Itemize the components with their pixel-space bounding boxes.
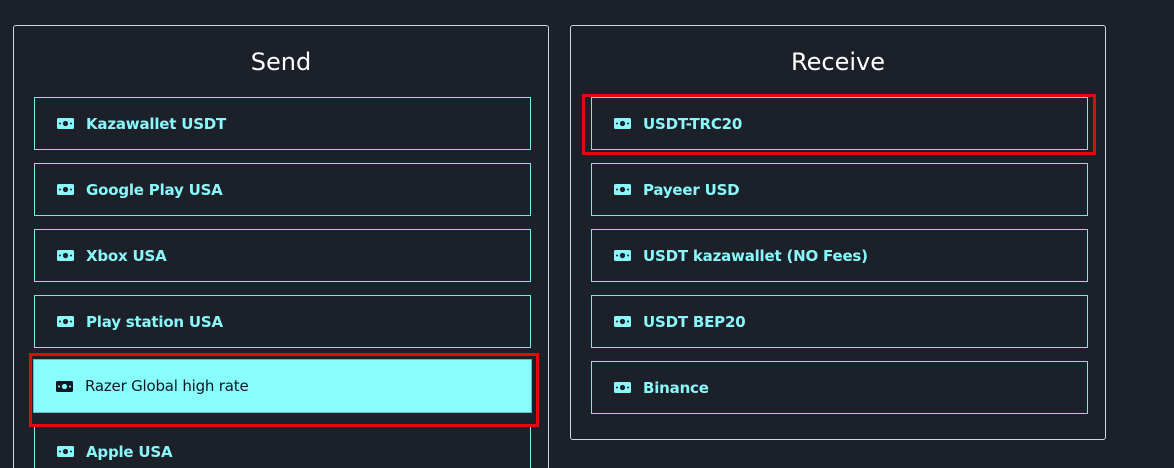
item-label: Razer Global high rate: [85, 377, 249, 395]
send-option-kazawallet-usdt[interactable]: Kazawallet USDT: [34, 97, 531, 150]
money-bill-icon: [57, 446, 74, 457]
money-bill-icon: [56, 380, 73, 392]
money-bill-icon: [57, 316, 74, 327]
item-label: USDT BEP20: [643, 312, 746, 331]
money-bill-icon: [57, 118, 74, 129]
item-label: Google Play USA: [86, 180, 223, 199]
receive-option-payeer-usd[interactable]: Payeer USD: [591, 163, 1088, 216]
send-title: Send: [250, 48, 312, 76]
receive-option-binance[interactable]: Binance: [591, 361, 1088, 414]
receive-title: Receive: [791, 48, 885, 76]
send-panel: Send Kazawallet USDT Google Play USA Xbo…: [13, 25, 549, 468]
item-label: Xbox USA: [86, 246, 167, 265]
item-label: Binance: [643, 378, 709, 397]
exchange-selector: Send Kazawallet USDT Google Play USA Xbo…: [0, 0, 1174, 468]
money-bill-icon: [614, 118, 631, 129]
send-option-google-play-usa[interactable]: Google Play USA: [34, 163, 531, 216]
item-label: USDT kazawallet (NO Fees): [643, 246, 868, 265]
send-option-apple-usa[interactable]: Apple USA: [34, 425, 531, 468]
item-label: Payeer USD: [643, 180, 740, 199]
send-option-xbox-usa[interactable]: Xbox USA: [34, 229, 531, 282]
money-bill-icon: [614, 250, 631, 261]
receive-option-usdt-kazawallet[interactable]: USDT kazawallet (NO Fees): [591, 229, 1088, 282]
send-option-razer-global[interactable]: Razer Global high rate: [33, 359, 532, 413]
receive-option-usdt-trc20[interactable]: USDT-TRC20: [591, 97, 1088, 150]
money-bill-icon: [57, 250, 74, 261]
item-label: USDT-TRC20: [643, 114, 743, 133]
item-label: Kazawallet USDT: [86, 114, 227, 133]
money-bill-icon: [614, 382, 631, 393]
money-bill-icon: [57, 184, 74, 195]
receive-option-usdt-bep20[interactable]: USDT BEP20: [591, 295, 1088, 348]
send-option-play-station-usa[interactable]: Play station USA: [34, 295, 531, 348]
receive-panel: Receive USDT-TRC20 Payeer USD USDT kazaw…: [570, 25, 1106, 440]
item-label: Apple USA: [86, 442, 173, 461]
money-bill-icon: [614, 316, 631, 327]
item-label: Play station USA: [86, 312, 223, 331]
money-bill-icon: [614, 184, 631, 195]
